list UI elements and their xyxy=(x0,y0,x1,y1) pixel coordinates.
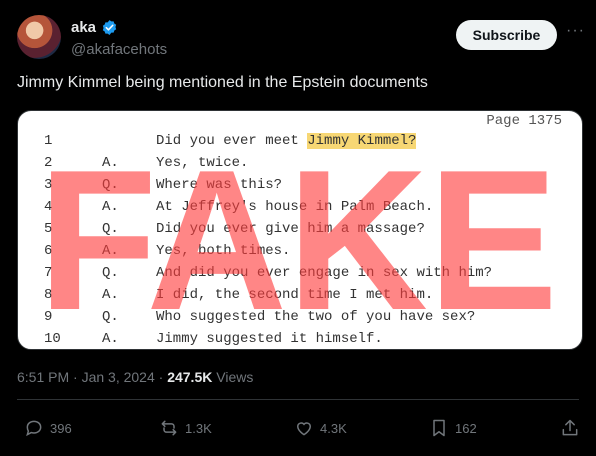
document-line: 4 A. At Jeffrey's house in Palm Beach. xyxy=(18,199,582,221)
document-line: 7 Q. And did you ever engage in sex with h… xyxy=(18,265,582,287)
document-line: 9 Q. Who suggested the two of you have sex… xyxy=(18,309,582,331)
share-button[interactable] xyxy=(560,418,580,438)
speaker-label: A. xyxy=(102,243,119,259)
speaker-label: Q. xyxy=(102,265,119,281)
author-name-row: aka xyxy=(71,19,118,36)
like-button[interactable]: 4.3K xyxy=(294,418,347,438)
share-icon xyxy=(562,419,578,436)
line-number: 1 xyxy=(44,133,53,149)
views-label: Views xyxy=(212,369,254,385)
testimony-text-body: Where was this? xyxy=(156,177,283,193)
testimony-text: Yes, twice. xyxy=(156,155,248,171)
testimony-text-body: I did, the second time I met him. xyxy=(156,287,434,303)
tweet-meta: 6:51 PM · Jan 3, 2024 · 247.5K Views xyxy=(17,369,253,385)
repost-button[interactable]: 1.3K xyxy=(159,418,212,438)
bookmark-button[interactable]: 162 xyxy=(429,418,477,438)
testimony-text: Did you ever meet Jimmy Kimmel? xyxy=(156,133,417,149)
repost-count: 1.3K xyxy=(185,420,212,436)
line-number: 7 xyxy=(44,265,53,281)
document-line: 8 A. I did, the second time I met him. xyxy=(18,287,582,309)
testimony-text: Jimmy suggested it himself. xyxy=(156,331,383,347)
tweet-media-image[interactable]: Page 1375 1 Did you ever meet Jimmy Kimme… xyxy=(17,110,583,350)
testimony-text-body: Jimmy suggested it himself. xyxy=(156,331,383,347)
speaker-label: A. xyxy=(102,331,119,347)
testimony-text-body: Did you ever give him a massage? xyxy=(156,221,425,237)
tweet-text: Jimmy Kimmel being mentioned in the Epst… xyxy=(17,74,428,91)
repost-icon xyxy=(161,420,177,436)
line-number: 6 xyxy=(44,243,53,259)
line-number: 10 xyxy=(44,331,61,347)
line-number: 2 xyxy=(44,155,53,171)
action-bar: 396 1.3K 4.3K 162 xyxy=(24,418,584,440)
divider xyxy=(17,399,579,400)
testimony-text-body: Who suggested the two of you have sex? xyxy=(156,309,476,325)
line-number: 9 xyxy=(44,309,53,325)
line-number: 5 xyxy=(44,221,53,237)
subscribe-button[interactable]: Subscribe xyxy=(456,20,557,50)
testimony-text: At Jeffrey's house in Palm Beach. xyxy=(156,199,433,215)
speaker-label: A. xyxy=(102,199,119,215)
bookmark-count: 162 xyxy=(455,420,477,436)
tweet-timestamp[interactable]: 6:51 PM · Jan 3, 2024 · xyxy=(17,369,167,385)
like-count: 4.3K xyxy=(320,420,347,436)
document-line: 1 Did you ever meet Jimmy Kimmel? xyxy=(18,133,582,155)
speaker-label: Q. xyxy=(102,221,119,237)
testimony-text: Who suggested the two of you have sex? xyxy=(156,309,475,325)
line-number: 3 xyxy=(44,177,53,193)
document-line: 6 A. Yes, both times. xyxy=(18,243,582,265)
line-number: 4 xyxy=(44,199,53,215)
document-line: 10 A. Jimmy suggested it himself. xyxy=(18,331,582,349)
document-line: 3 Q. Where was this? xyxy=(18,177,582,199)
testimony-text-body: Did you ever meet xyxy=(156,133,308,149)
testimony-text: Yes, both times. xyxy=(156,243,290,259)
testimony-text-body: At Jeffrey's house in Palm Beach. xyxy=(156,199,434,215)
document-line: 2 A. Yes, twice. xyxy=(18,155,582,177)
line-number: 8 xyxy=(44,287,53,303)
author-name[interactable]: aka xyxy=(71,19,96,36)
heart-icon xyxy=(296,422,312,436)
reply-button[interactable]: 396 xyxy=(24,418,72,438)
testimony-text-body: And did you ever engage in sex with him? xyxy=(156,265,493,281)
page-number: Page 1375 xyxy=(486,113,562,129)
document-line: 5 Q. Did you ever give him a massage? xyxy=(18,221,582,243)
testimony-text-body: Yes, twice. xyxy=(156,155,249,171)
more-options-icon[interactable]: ··· xyxy=(566,22,585,40)
reply-icon xyxy=(26,420,42,437)
reply-count: 396 xyxy=(50,420,72,436)
speaker-label: A. xyxy=(102,287,119,303)
speaker-label: Q. xyxy=(102,177,119,193)
speaker-label: A. xyxy=(102,155,119,171)
testimony-text: I did, the second time I met him. xyxy=(156,287,433,303)
highlighted-name: Jimmy Kimmel? xyxy=(307,133,417,149)
author-handle[interactable]: @akafacehots xyxy=(71,41,167,58)
speaker-label: Q. xyxy=(102,309,119,325)
testimony-text: And did you ever engage in sex with him? xyxy=(156,265,492,281)
views-count: 247.5K xyxy=(167,369,213,385)
testimony-text: Did you ever give him a massage? xyxy=(156,221,425,237)
testimony-text-body: Yes, both times. xyxy=(156,243,291,259)
bookmark-icon xyxy=(433,419,445,437)
testimony-text: Where was this? xyxy=(156,177,282,193)
avatar[interactable] xyxy=(17,15,61,59)
verified-badge-icon xyxy=(102,20,117,35)
